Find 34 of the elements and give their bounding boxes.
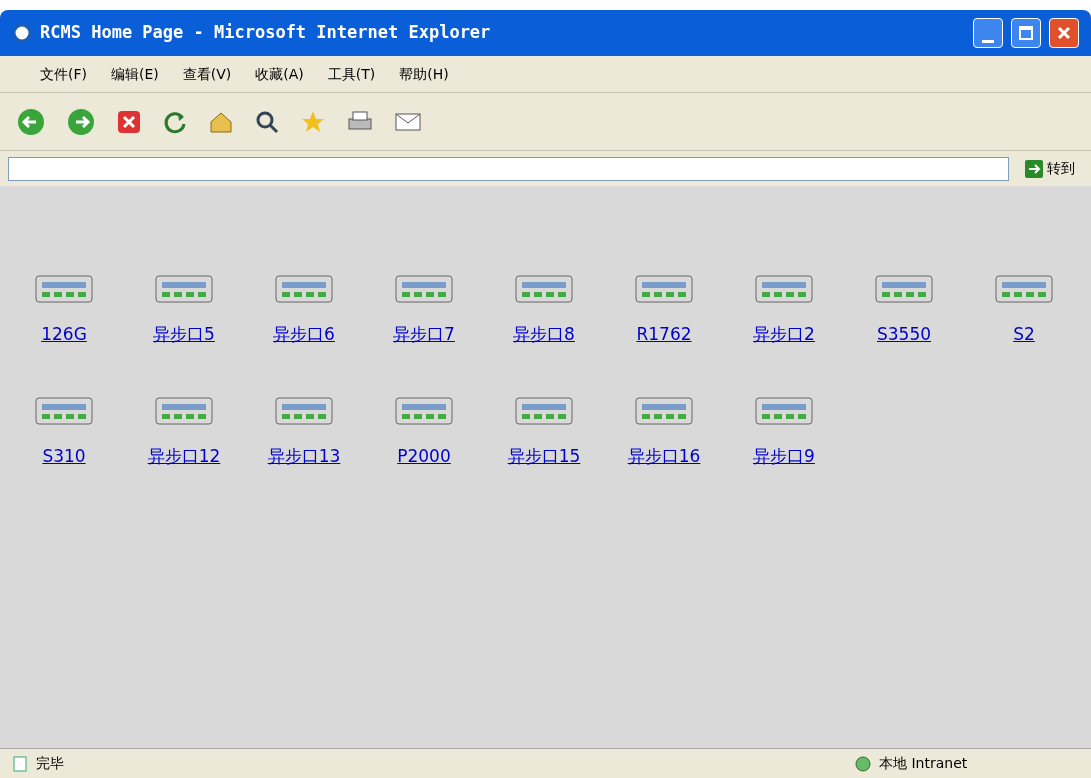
device-link[interactable]: 异步口5	[153, 322, 215, 348]
device-link[interactable]: 异步口16	[627, 443, 701, 469]
device-link[interactable]: S2	[1013, 322, 1035, 348]
device-link[interactable]: 异步口6	[273, 322, 335, 348]
menu-item[interactable]: 查看(V)	[182, 63, 232, 85]
device-link[interactable]: 异步口8	[513, 322, 575, 348]
menu-item[interactable]: 编辑(E)	[111, 63, 159, 85]
mail-icon[interactable]	[394, 110, 422, 133]
device-link[interactable]: 异步口9	[753, 443, 815, 469]
device-link[interactable]: 异步口12	[147, 443, 221, 469]
menu-item[interactable]: 帮助(H)	[399, 63, 449, 85]
page-icon	[12, 755, 28, 772]
minimize-button[interactable]	[973, 18, 1003, 48]
device-link[interactable]: 异步口13	[267, 443, 341, 469]
menu-item[interactable]: 收藏(A)	[255, 63, 304, 85]
device-link[interactable]: P2000	[397, 443, 451, 469]
status-text: 完毕	[36, 754, 65, 773]
close-icon	[1057, 26, 1071, 40]
address-field[interactable]	[8, 156, 1009, 181]
device-link[interactable]: R1762	[636, 322, 692, 348]
maximize-button[interactable]	[1011, 18, 1041, 48]
security-zone: 本地 Intranet	[879, 754, 969, 773]
stop-icon[interactable]	[116, 108, 142, 135]
menu-item[interactable]: 工具(T)	[327, 63, 376, 85]
device-link[interactable]: 异步口15	[507, 443, 581, 469]
device-link[interactable]: S3550	[876, 322, 932, 348]
menu-item[interactable]: 文件(F)	[40, 63, 87, 85]
window-title: RCMS Home Page - Microsoft Internet Explorer	[40, 21, 492, 45]
close-button[interactable]	[1049, 18, 1079, 48]
device-link[interactable]: 异步口7	[393, 322, 455, 348]
go-button[interactable]: 转到	[1017, 158, 1083, 179]
device-link[interactable]: 126G	[41, 322, 87, 348]
device-link[interactable]: S310	[42, 443, 86, 469]
device-link[interactable]: 异步口2	[753, 322, 815, 348]
